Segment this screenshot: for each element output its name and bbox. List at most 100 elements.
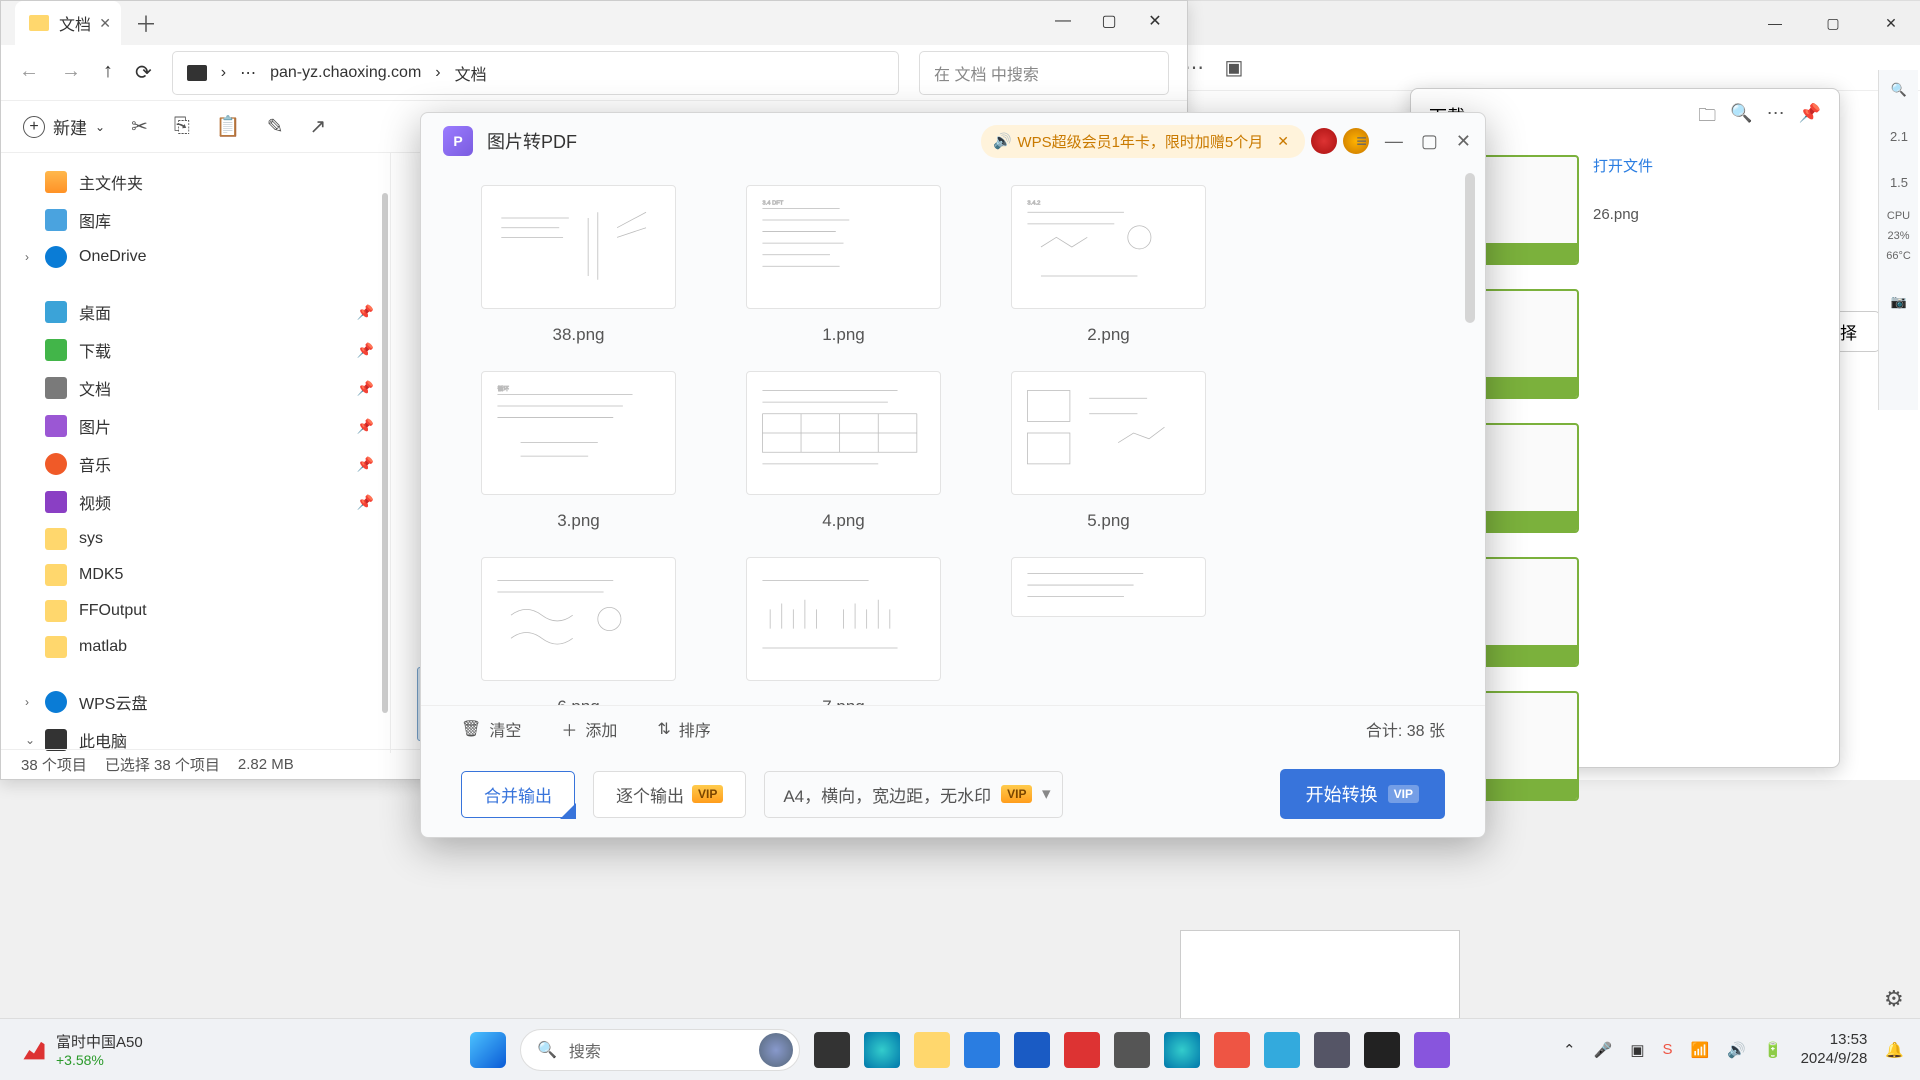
- image-card[interactable]: 7.png: [746, 557, 941, 705]
- minimize-icon[interactable]: —: [1746, 1, 1804, 45]
- image-card[interactable]: 38.png: [481, 185, 676, 345]
- taskbar-app[interactable]: [1314, 1032, 1350, 1068]
- vip-badge: VIP: [692, 785, 723, 803]
- taskbar-app-edge[interactable]: [864, 1032, 900, 1068]
- add-button[interactable]: ＋添加: [561, 717, 617, 741]
- add-tab-icon[interactable]: ＋: [135, 7, 157, 45]
- promo-banner[interactable]: WPS超级会员1年卡，限时加赠5个月 ✕: [981, 125, 1305, 158]
- menu-icon[interactable]: ≡: [1356, 131, 1367, 152]
- close-icon[interactable]: ✕: [1862, 1, 1920, 45]
- avatar[interactable]: [1311, 128, 1337, 154]
- sidebar-item-home[interactable]: 主文件夹: [1, 163, 390, 201]
- stock-widget[interactable]: 富时中国A50 +3.58%: [0, 1031, 143, 1068]
- rename-icon[interactable]: ✎: [267, 114, 284, 139]
- start-button[interactable]: [470, 1032, 506, 1068]
- sidebar-item-pictures[interactable]: 图片📌: [1, 407, 390, 445]
- tray-battery-icon[interactable]: 🔋: [1764, 1041, 1783, 1059]
- sidebar-item-ffoutput[interactable]: FFOutput: [1, 593, 390, 629]
- taskbar-app-explorer[interactable]: [914, 1032, 950, 1068]
- close-icon[interactable]: ✕: [1456, 131, 1471, 152]
- pin-icon: 📌: [357, 342, 374, 359]
- maximize-icon[interactable]: ▢: [1421, 131, 1438, 152]
- start-convert-button[interactable]: 开始转换 VIP: [1280, 769, 1445, 819]
- taskbar-app-store[interactable]: [1014, 1032, 1050, 1068]
- copy-icon[interactable]: ⎘: [174, 115, 190, 138]
- taskbar-app-edge2[interactable]: [1164, 1032, 1200, 1068]
- taskbar-app[interactable]: [1064, 1032, 1100, 1068]
- breadcrumb-page[interactable]: 文档: [455, 61, 487, 85]
- cut-icon[interactable]: ✂: [131, 114, 148, 139]
- up-icon[interactable]: ↑: [103, 60, 113, 85]
- each-output-button[interactable]: 逐个输出 VIP: [593, 771, 746, 818]
- maximize-icon[interactable]: ▢: [1101, 13, 1117, 29]
- open-file-link[interactable]: 打开文件: [1593, 155, 1821, 176]
- close-icon[interactable]: ✕: [1277, 133, 1289, 150]
- breadcrumb-host[interactable]: pan-yz.chaoxing.com: [270, 64, 421, 82]
- image-card[interactable]: 循环3.png: [481, 371, 676, 531]
- sidebar-item-downloads[interactable]: 下载📌: [1, 331, 390, 369]
- tray-app-icon[interactable]: S: [1663, 1041, 1673, 1058]
- cpu-pct: 23%: [1879, 230, 1918, 242]
- tray-volume-icon[interactable]: 🔊: [1727, 1041, 1746, 1059]
- image-card[interactable]: 6.png: [481, 557, 676, 705]
- minimize-icon[interactable]: —: [1055, 13, 1071, 29]
- maximize-icon[interactable]: ▢: [1804, 1, 1862, 45]
- close-icon[interactable]: ✕: [1147, 13, 1163, 29]
- close-icon[interactable]: ✕: [99, 15, 111, 32]
- taskbar-app[interactable]: [1264, 1032, 1300, 1068]
- breadcrumb[interactable]: › ⋯ pan-yz.chaoxing.com › 文档: [172, 51, 899, 95]
- taskbar-app[interactable]: [1364, 1032, 1400, 1068]
- clock[interactable]: 13:53 2024/9/28: [1801, 1031, 1868, 1069]
- sidebar-icon[interactable]: ▣: [1222, 56, 1246, 80]
- image-card[interactable]: 3.4.22.png: [1011, 185, 1206, 345]
- sort-button[interactable]: ⇅排序: [657, 717, 710, 741]
- page-setup-select[interactable]: A4，横向，宽边距，无水印 VIP: [764, 771, 1063, 818]
- sidebar-item-music[interactable]: 音乐📌: [1, 445, 390, 483]
- pin-icon[interactable]: 📌: [1799, 103, 1821, 133]
- sidebar-item-matlab[interactable]: matlab: [1, 629, 390, 665]
- sidebar-item-videos[interactable]: 视频📌: [1, 483, 390, 521]
- sidebar-item-gallery[interactable]: 图库: [1, 201, 390, 239]
- taskbar-search[interactable]: 🔍 搜索: [520, 1029, 800, 1071]
- taskbar-app-wps[interactable]: [1214, 1032, 1250, 1068]
- sidebar-item-onedrive[interactable]: ›OneDrive: [1, 239, 390, 275]
- notifications-icon[interactable]: 🔔: [1885, 1041, 1904, 1059]
- cpu-temp: 66°C: [1879, 250, 1918, 262]
- taskbar-app-mail[interactable]: [964, 1032, 1000, 1068]
- sidebar-item-mdk5[interactable]: MDK5: [1, 557, 390, 593]
- refresh-icon[interactable]: ⟳: [135, 60, 152, 85]
- tray-cast-icon[interactable]: ▣: [1630, 1041, 1644, 1059]
- search-icon[interactable]: 🔍: [1730, 103, 1752, 133]
- search-input[interactable]: 在 文档 中搜索: [919, 51, 1169, 95]
- tray-chevron-icon[interactable]: ⌃: [1563, 1041, 1576, 1059]
- image-card[interactable]: [1011, 557, 1206, 705]
- image-card[interactable]: 5.png: [1011, 371, 1206, 531]
- taskbar-app[interactable]: [814, 1032, 850, 1068]
- search-icon[interactable]: 🔍: [1879, 70, 1919, 110]
- new-button[interactable]: + 新建 ⌄: [23, 114, 105, 139]
- merge-output-button[interactable]: 合并输出: [461, 771, 575, 818]
- sidebar-item-wpscloud[interactable]: ›WPS云盘: [1, 683, 390, 721]
- taskbar-app[interactable]: [1114, 1032, 1150, 1068]
- sidebar-item-desktop[interactable]: 桌面📌: [1, 293, 390, 331]
- more-icon[interactable]: ⋯: [1767, 103, 1785, 133]
- share-icon[interactable]: ↗: [310, 114, 327, 139]
- gear-icon[interactable]: ⚙: [1884, 986, 1910, 1012]
- image-card[interactable]: 3.4 DFT1.png: [746, 185, 941, 345]
- image-card[interactable]: 4.png: [746, 371, 941, 531]
- camera-icon[interactable]: 📷: [1879, 282, 1919, 322]
- explorer-tab[interactable]: 文档 ✕: [15, 1, 121, 45]
- sidebar-item-sys[interactable]: sys: [1, 521, 390, 557]
- svg-text:3.4.2: 3.4.2: [1027, 201, 1040, 207]
- sidebar-item-documents[interactable]: 文档📌: [1, 369, 390, 407]
- taskbar-app[interactable]: [1414, 1032, 1450, 1068]
- more-icon[interactable]: ⋯: [240, 63, 256, 83]
- paste-icon[interactable]: 📋: [216, 114, 241, 139]
- clear-button[interactable]: 🗑清空: [461, 717, 521, 741]
- scrollbar[interactable]: [1465, 173, 1475, 323]
- minimize-icon[interactable]: —: [1385, 131, 1403, 152]
- folder-icon[interactable]: 🗀: [1698, 103, 1716, 133]
- tray-wifi-icon[interactable]: 📶: [1691, 1041, 1710, 1059]
- tray-mic-icon[interactable]: 🎤: [1594, 1041, 1613, 1059]
- back-icon[interactable]: ←: [19, 60, 39, 85]
